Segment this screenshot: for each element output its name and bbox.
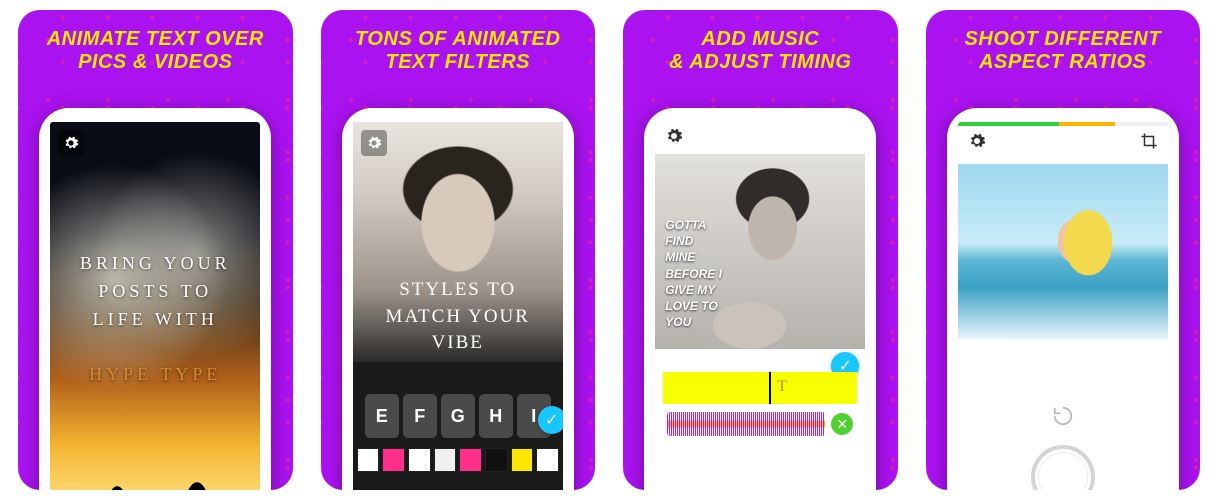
progress-segment <box>958 122 1059 126</box>
settings-button[interactable] <box>58 130 84 156</box>
overlay-text: STYLES TO MATCH YOUR VIBE <box>363 277 553 357</box>
settings-button[interactable] <box>968 132 986 158</box>
audio-track-row: ✕ <box>663 404 857 444</box>
filter-key[interactable]: G <box>441 394 475 438</box>
overlay-text-main: BRING YOUR POSTS TO LIFE WITH <box>80 253 231 329</box>
color-swatch[interactable] <box>536 448 559 472</box>
screenshot-panel-2: TONS OF ANIMATED TEXT FILTERS STYLES TO … <box>321 10 596 490</box>
lyric-overlay-text: GOTTA FIND MINE BEFORE I GIVE MY LOVE TO… <box>665 217 722 330</box>
panel-headline: ADD MUSIC & ADJUST TIMING <box>623 10 898 74</box>
phone-mockup: GOTTA FIND MINE BEFORE I GIVE MY LOVE TO… <box>644 108 876 490</box>
recording-progress-bar <box>958 122 1168 126</box>
progress-segment <box>1059 122 1116 126</box>
settings-button[interactable] <box>361 130 387 156</box>
phone-mockup: STYLES TO MATCH YOUR VIBE E F G H I ✓ <box>342 108 574 490</box>
confirm-button[interactable]: ✓ <box>538 406 563 434</box>
text-timeline[interactable] <box>663 372 857 404</box>
filter-key[interactable]: F <box>403 394 437 438</box>
color-swatch[interactable] <box>382 448 405 472</box>
top-toolbar <box>958 132 1168 158</box>
settings-button[interactable] <box>665 127 683 150</box>
color-swatch[interactable] <box>357 448 380 472</box>
shutter-button[interactable] <box>1031 445 1095 490</box>
color-swatch[interactable] <box>511 448 534 472</box>
app-screen: STYLES TO MATCH YOUR VIBE E F G H I ✓ <box>353 122 563 490</box>
color-swatch[interactable] <box>485 448 508 472</box>
gear-icon <box>968 132 986 150</box>
remove-audio-button[interactable]: ✕ <box>831 413 853 435</box>
screenshot-panel-4: SHOOT DIFFERENT ASPECT RATIOS <box>926 10 1201 490</box>
screenshot-panel-3: ADD MUSIC & ADJUST TIMING GOTTA FIND MIN… <box>623 10 898 490</box>
crop-icon <box>1140 132 1158 150</box>
panel-headline: SHOOT DIFFERENT ASPECT RATIOS <box>926 10 1201 74</box>
color-swatch[interactable] <box>459 448 482 472</box>
camera-controls <box>958 346 1168 490</box>
timeline-segment[interactable] <box>663 372 769 404</box>
app-screen: BRING YOUR POSTS TO LIFE WITH HYPE TYPE … <box>50 122 260 490</box>
concert-crowd-silhouette <box>50 460 260 490</box>
aspect-ratio-button[interactable] <box>1140 132 1158 158</box>
phone-mockup <box>947 108 1179 490</box>
screenshot-panel-1: ANIMATE TEXT OVER PICS & VIDEOS BRING YO… <box>18 10 293 490</box>
gear-icon <box>665 127 683 145</box>
color-swatch[interactable] <box>408 448 431 472</box>
overlay-text: BRING YOUR POSTS TO LIFE WITH HYPE TYPE <box>60 222 250 389</box>
app-screen: GOTTA FIND MINE BEFORE I GIVE MY LOVE TO… <box>655 122 865 490</box>
timeline-segment-text[interactable] <box>769 372 857 404</box>
overlay-text-accent: HYPE TYPE <box>89 364 221 384</box>
filter-key[interactable]: H <box>479 394 513 438</box>
color-swatch-row <box>357 448 559 472</box>
gear-icon <box>366 135 382 151</box>
color-swatch[interactable] <box>434 448 457 472</box>
filter-key[interactable]: E <box>365 394 399 438</box>
gear-icon <box>63 135 79 151</box>
phone-mockup: BRING YOUR POSTS TO LIFE WITH HYPE TYPE … <box>39 108 271 490</box>
camera-viewfinder <box>958 164 1168 339</box>
top-toolbar <box>655 122 865 154</box>
retry-icon[interactable] <box>1052 405 1074 427</box>
audio-waveform[interactable] <box>667 412 825 436</box>
panel-headline: TONS OF ANIMATED TEXT FILTERS <box>321 10 596 74</box>
filter-key-row: E F G H I <box>359 394 557 438</box>
app-screen <box>958 122 1168 490</box>
shutter-inner-icon <box>1038 452 1088 490</box>
panel-headline: ANIMATE TEXT OVER PICS & VIDEOS <box>18 10 293 74</box>
